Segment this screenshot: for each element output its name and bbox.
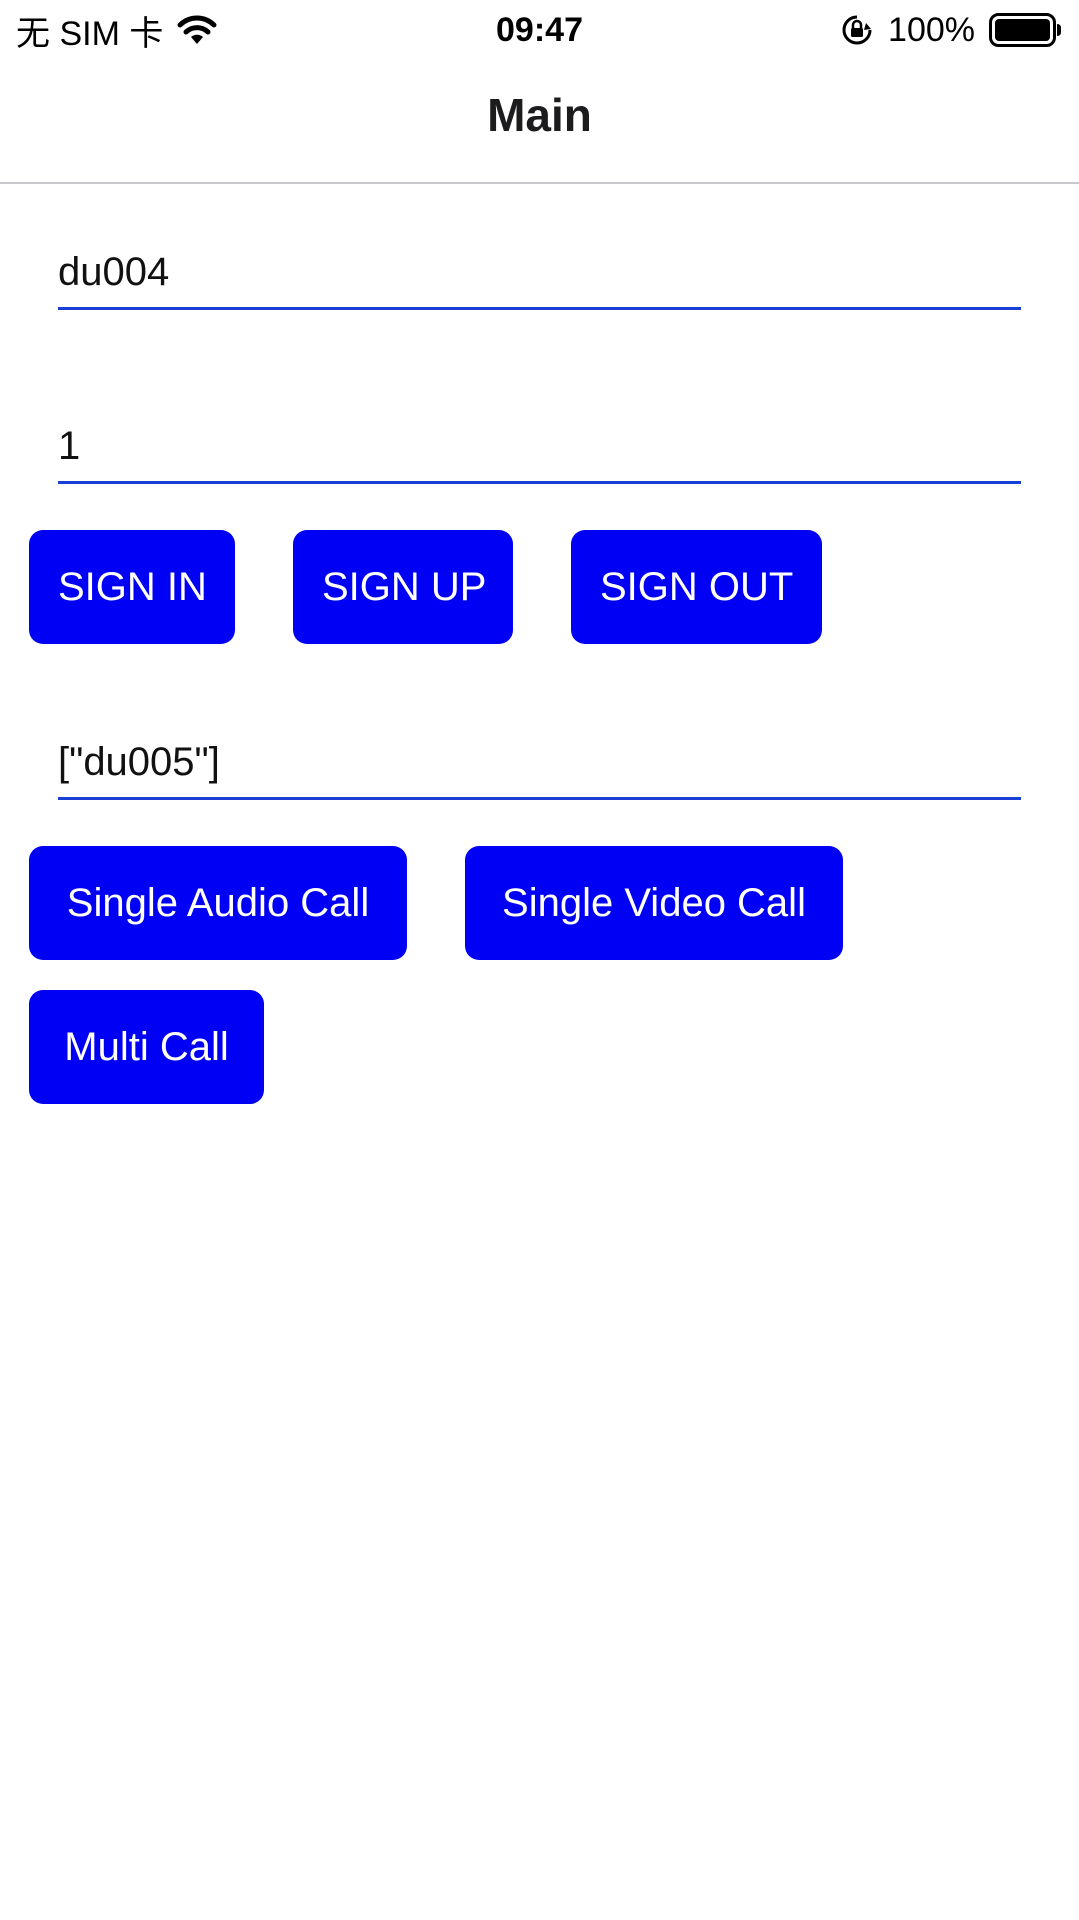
sign-in-button[interactable]: SIGN IN bbox=[29, 530, 235, 644]
sign-up-button[interactable]: SIGN UP bbox=[293, 530, 513, 644]
single-audio-call-button[interactable]: Single Audio Call bbox=[29, 846, 407, 960]
rotation-lock-icon bbox=[840, 13, 874, 47]
password-field[interactable] bbox=[58, 412, 1021, 484]
username-field[interactable] bbox=[58, 238, 1021, 310]
battery-percent: 100% bbox=[888, 10, 975, 49]
battery-icon bbox=[989, 13, 1063, 47]
status-bar: 无 SIM 卡 09:47 100% bbox=[0, 0, 1079, 60]
page-title: Main bbox=[487, 89, 592, 141]
multi-call-button[interactable]: Multi Call bbox=[29, 990, 264, 1104]
callee-list-field[interactable] bbox=[58, 728, 1021, 800]
status-right: 100% bbox=[840, 8, 1063, 52]
sign-out-button[interactable]: SIGN OUT bbox=[571, 530, 822, 644]
navigation-bar: Main bbox=[0, 60, 1079, 184]
single-video-call-button[interactable]: Single Video Call bbox=[465, 846, 843, 960]
